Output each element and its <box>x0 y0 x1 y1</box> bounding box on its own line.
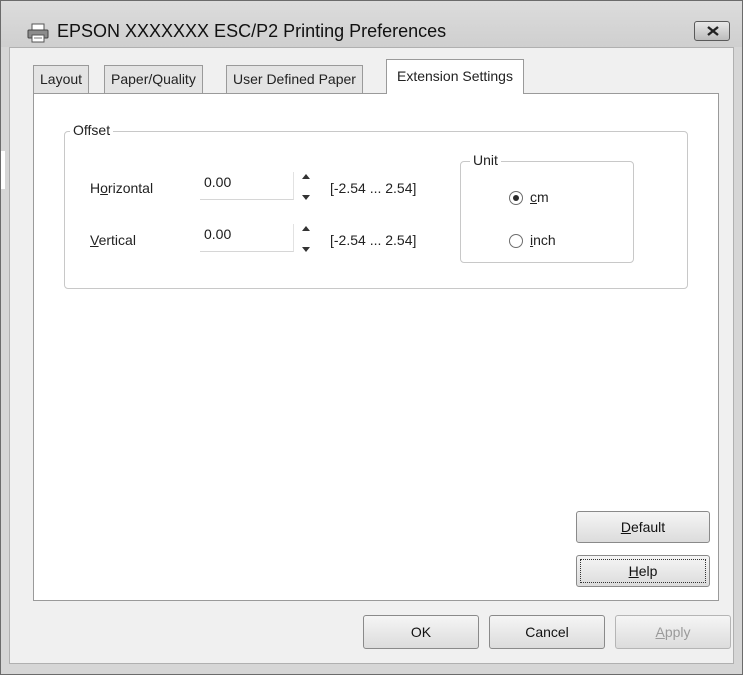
unit-cm-radio[interactable] <box>509 191 523 205</box>
close-button[interactable] <box>694 21 730 41</box>
vertical-label: Vertical <box>90 232 136 248</box>
printer-icon <box>27 23 49 43</box>
tab-user-defined-paper[interactable]: User Defined Paper <box>226 65 363 93</box>
printing-preferences-window: EPSON XXXXXXX ESC/P2 Printing Preference… <box>0 0 743 675</box>
ok-button[interactable]: OK <box>363 615 479 649</box>
unit-inch-label[interactable]: inch <box>530 232 556 248</box>
tab-paper-quality[interactable]: Paper/Quality <box>104 65 203 93</box>
apply-button[interactable]: Apply <box>615 615 731 649</box>
extension-settings-panel: Offset Horizontal 0.00 [-2.54 ... 2.54] … <box>33 93 719 601</box>
vertical-offset-input[interactable]: 0.00 <box>200 224 294 252</box>
unit-legend: Unit <box>470 152 501 168</box>
close-icon <box>707 26 719 36</box>
vertical-range: [-2.54 ... 2.54] <box>330 232 417 248</box>
offset-legend: Offset <box>70 122 114 138</box>
radio-selected-dot <box>513 195 519 201</box>
horizontal-label: Horizontal <box>90 180 154 196</box>
window-title: EPSON XXXXXXX ESC/P2 Printing Preference… <box>57 21 447 41</box>
vertical-spinner-icon[interactable] <box>300 222 312 256</box>
window-edge-highlight <box>1 151 5 189</box>
tab-layout[interactable]: Layout <box>33 65 90 93</box>
focus-rectangle <box>580 559 706 583</box>
horizontal-spinner-icon[interactable] <box>300 170 312 204</box>
horizontal-offset-input[interactable]: 0.00 <box>200 172 294 200</box>
title-bar[interactable]: EPSON XXXXXXX ESC/P2 Printing Preference… <box>1 1 742 47</box>
unit-cm-label[interactable]: cm <box>530 189 549 205</box>
cancel-button[interactable]: Cancel <box>489 615 605 649</box>
tab-extension-settings[interactable]: Extension Settings <box>386 59 524 94</box>
unit-inch-radio[interactable] <box>509 234 523 248</box>
help-button[interactable]: Help <box>576 555 710 587</box>
default-button[interactable]: Default <box>576 511 710 543</box>
horizontal-range: [-2.54 ... 2.54] <box>330 180 417 196</box>
